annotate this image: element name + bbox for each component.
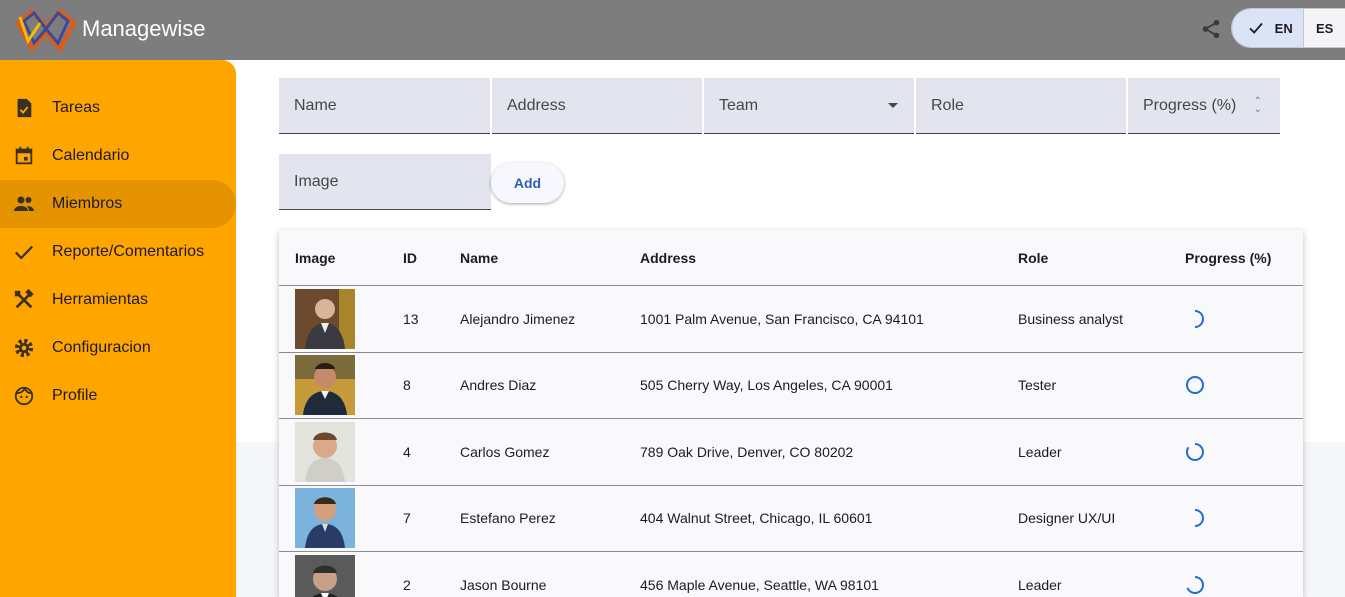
sidebar: Tareas Calendario Miembros Reporte/Comen… — [0, 60, 236, 597]
sidebar-item-label: Herramientas — [52, 291, 149, 308]
sidebar-item-label: Calendario — [52, 147, 130, 164]
sidebar-item-label: Configuracion — [52, 339, 151, 356]
language-en-button[interactable]: EN — [1232, 9, 1304, 47]
member-address: 404 Walnut Street, Chicago, IL 60601 — [640, 510, 873, 527]
member-address: 456 Maple Avenue, Seattle, WA 98101 — [640, 576, 879, 593]
column-header-address: Address — [640, 249, 697, 266]
language-es-label: ES — [1316, 20, 1334, 36]
member-role: Leader — [1018, 443, 1062, 460]
image-field[interactable]: Image — [279, 154, 491, 210]
sidebar-item-label: Miembros — [52, 195, 123, 212]
address-field-placeholder: Address — [507, 96, 566, 114]
column-header-image: Image — [295, 249, 336, 266]
progress-spinner-icon — [1185, 375, 1205, 395]
check-icon — [12, 240, 36, 264]
language-toggle: EN ES — [1231, 8, 1345, 48]
managewise-logo — [15, 8, 77, 53]
role-field[interactable]: Role — [916, 78, 1126, 134]
address-field[interactable]: Address — [492, 78, 702, 134]
number-stepper-icon[interactable]: ⌃ ⌄ — [1254, 97, 1262, 115]
progress-field[interactable]: Progress (%) ⌃ ⌄ — [1128, 78, 1280, 134]
sidebar-item-calendario[interactable]: Calendario — [0, 132, 236, 180]
task-icon — [12, 96, 36, 120]
share-button[interactable] — [1196, 14, 1226, 44]
member-photo — [295, 288, 355, 349]
member-photo — [295, 488, 355, 549]
member-id: 2 — [403, 576, 411, 593]
member-id: 7 — [403, 510, 411, 527]
table-row[interactable]: 2 Jason Bourne 456 Maple Avenue, Seattle… — [279, 552, 1303, 597]
member-name: Estefano Perez — [460, 510, 556, 527]
members-table: Image ID Name Address Role Progress (%) … — [279, 230, 1303, 597]
table-row[interactable]: 13 Alejandro Jimenez 1001 Palm Avenue, S… — [279, 286, 1303, 353]
gear-icon — [12, 336, 36, 360]
team-select[interactable]: Team — [704, 78, 914, 134]
member-role: Tester — [1018, 377, 1057, 394]
progress-spinner-icon — [1185, 309, 1205, 329]
sidebar-item-miembros[interactable]: Miembros — [0, 180, 236, 228]
member-role: Business analyst — [1018, 310, 1124, 327]
tools-icon — [12, 288, 36, 312]
sidebar-item-configuracion[interactable]: Configuracion — [0, 324, 236, 372]
language-en-label: EN — [1274, 20, 1293, 36]
sidebar-item-label: Profile — [52, 387, 98, 404]
sidebar-item-tareas[interactable]: Tareas — [0, 84, 236, 132]
member-address: 505 Cherry Way, Los Angeles, CA 90001 — [640, 377, 893, 394]
sidebar-item-label: Tareas — [52, 99, 101, 116]
member-photo — [295, 421, 355, 482]
progress-spinner-icon — [1185, 508, 1205, 528]
image-field-placeholder: Image — [294, 172, 339, 190]
progress-spinner-icon — [1185, 575, 1205, 595]
member-id: 8 — [403, 377, 411, 394]
sidebar-item-label: Reporte/Comentarios — [52, 243, 205, 260]
people-icon — [12, 192, 36, 216]
table-row[interactable]: 7 Estefano Perez 404 Walnut Street, Chic… — [279, 486, 1303, 552]
member-photo — [295, 355, 355, 416]
dropdown-arrow-icon — [888, 103, 898, 108]
table-row[interactable]: 8 Andres Diaz 505 Cherry Way, Los Angele… — [279, 353, 1303, 419]
member-address: 789 Oak Drive, Denver, CO 80202 — [640, 443, 854, 460]
member-role: Designer UX/UI — [1018, 510, 1116, 527]
member-name: Jason Bourne — [460, 576, 547, 593]
member-role: Leader — [1018, 576, 1062, 593]
name-field-placeholder: Name — [294, 96, 337, 114]
check-icon — [1249, 22, 1263, 34]
app-title: Managewise — [82, 16, 206, 41]
language-es-button[interactable]: ES — [1303, 9, 1345, 47]
progress-field-placeholder: Progress (%) — [1143, 96, 1237, 114]
progress-spinner-icon — [1185, 442, 1205, 462]
team-select-placeholder: Team — [719, 96, 759, 114]
share-icon — [1202, 19, 1220, 39]
member-photo — [295, 554, 355, 597]
column-header-progress: Progress (%) — [1185, 249, 1272, 266]
name-field[interactable]: Name — [279, 78, 490, 134]
sidebar-item-profile[interactable]: Profile — [0, 372, 236, 420]
member-address: 1001 Palm Avenue, San Francisco, CA 9410… — [640, 310, 924, 327]
calendar-icon — [12, 144, 36, 168]
member-form: Name Address Team Role Progress (%) ⌃ ⌄ — [279, 78, 1280, 134]
face-icon — [12, 384, 36, 408]
column-header-role: Role — [1018, 249, 1049, 266]
member-name: Carlos Gomez — [460, 443, 550, 460]
top-app-bar: Managewise EN ES — [0, 0, 1345, 60]
member-name: Andres Diaz — [460, 377, 537, 394]
sidebar-item-herramientas[interactable]: Herramientas — [0, 276, 236, 324]
sidebar-item-reporte[interactable]: Reporte/Comentarios — [0, 228, 236, 276]
add-member-button[interactable]: Add — [491, 163, 564, 203]
table-header-row: Image ID Name Address Role Progress (%) — [279, 230, 1303, 286]
member-id: 13 — [403, 310, 419, 327]
column-header-id: ID — [403, 249, 417, 266]
column-header-name: Name — [460, 249, 499, 266]
role-field-placeholder: Role — [931, 96, 964, 114]
table-row[interactable]: 4 Carlos Gomez 789 Oak Drive, Denver, CO… — [279, 419, 1303, 486]
member-name: Alejandro Jimenez — [460, 310, 576, 327]
member-id: 4 — [403, 443, 411, 460]
